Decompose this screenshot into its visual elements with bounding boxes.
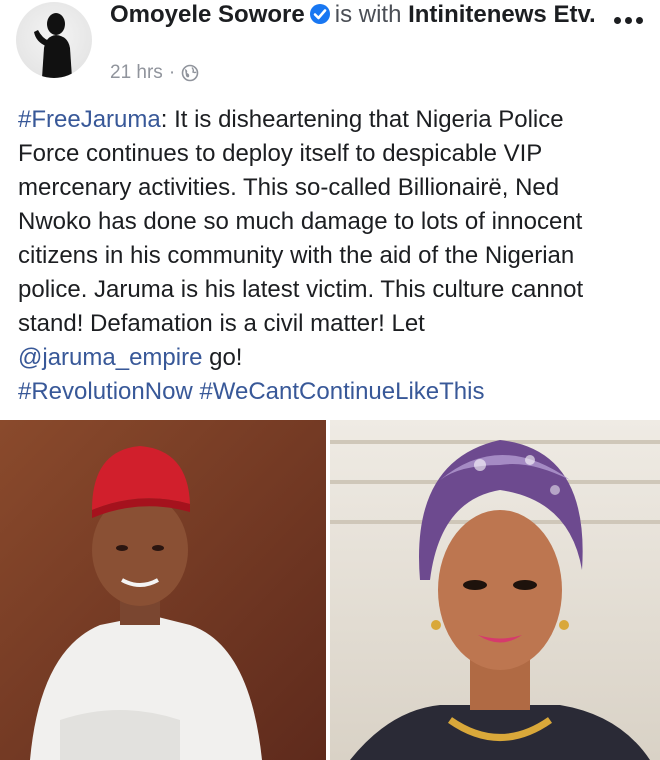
post-text-segment: stand! Defamation is a civil matter! Let xyxy=(18,310,425,337)
more-options-icon[interactable] xyxy=(606,10,650,30)
post-body-line: stand! Defamation is a civil matter! Let xyxy=(18,307,648,341)
woman-in-purple-headwrap-photo[interactable] xyxy=(330,420,660,760)
hashtag-link[interactable]: #FreeJaruma xyxy=(18,106,161,133)
globe-icon xyxy=(181,64,199,82)
post-body-line: #RevolutionNow #WeCantContinueLikeThis xyxy=(18,375,648,409)
photo-grid xyxy=(0,420,660,760)
post-body: #FreeJaruma: It is disheartening that Ni… xyxy=(18,103,648,409)
post-meta: 21 hrs · xyxy=(110,62,199,84)
post-body-line: Force continues to deploy itself to desp… xyxy=(18,137,648,171)
post-header: Omoyele Sowore is with Intinitenews Etv. … xyxy=(0,0,660,95)
post-body-line: @jaruma_empire go! xyxy=(18,341,648,375)
post-body-line: citizens in his community with the aid o… xyxy=(18,239,648,273)
mention-link[interactable]: @jaruma_empire xyxy=(18,344,202,371)
post-text-segment: citizens in his community with the aid o… xyxy=(18,242,575,269)
post-text-segment: police. Jaruma is his latest victim. Thi… xyxy=(18,276,584,303)
hashtag-link[interactable]: #RevolutionNow xyxy=(18,378,193,405)
post-body-line: #FreeJaruma: It is disheartening that Ni… xyxy=(18,103,648,137)
post-text-segment: Nwoko has done so much damage to lots of… xyxy=(18,208,583,235)
man-in-red-cap-photo[interactable] xyxy=(0,420,326,760)
with-text: is with xyxy=(334,1,402,28)
post-body-line: Nwoko has done so much damage to lots of… xyxy=(18,205,648,239)
author-avatar[interactable] xyxy=(16,2,92,78)
post-text-segment: go! xyxy=(202,344,243,371)
tagged-page-name[interactable]: Intinitenews Etv. xyxy=(408,1,596,28)
post-text-segment: : It is disheartening that Nigeria Polic… xyxy=(160,106,564,133)
post-text-segment: mercenary activities. This so-called Bil… xyxy=(18,174,560,201)
post-text-segment: Force continues to deploy itself to desp… xyxy=(18,140,543,167)
post-timestamp[interactable]: 21 hrs xyxy=(110,62,163,84)
author-line: Omoyele Sowore is with Intinitenews Etv. xyxy=(110,0,600,30)
hashtag-link[interactable]: #WeCantContinueLikeThis xyxy=(199,378,484,405)
author-name[interactable]: Omoyele Sowore xyxy=(110,1,305,28)
post-body-line: mercenary activities. This so-called Bil… xyxy=(18,171,648,205)
meta-separator: · xyxy=(168,62,176,83)
post-body-line: police. Jaruma is his latest victim. Thi… xyxy=(18,273,648,307)
verified-badge-icon xyxy=(309,4,330,24)
